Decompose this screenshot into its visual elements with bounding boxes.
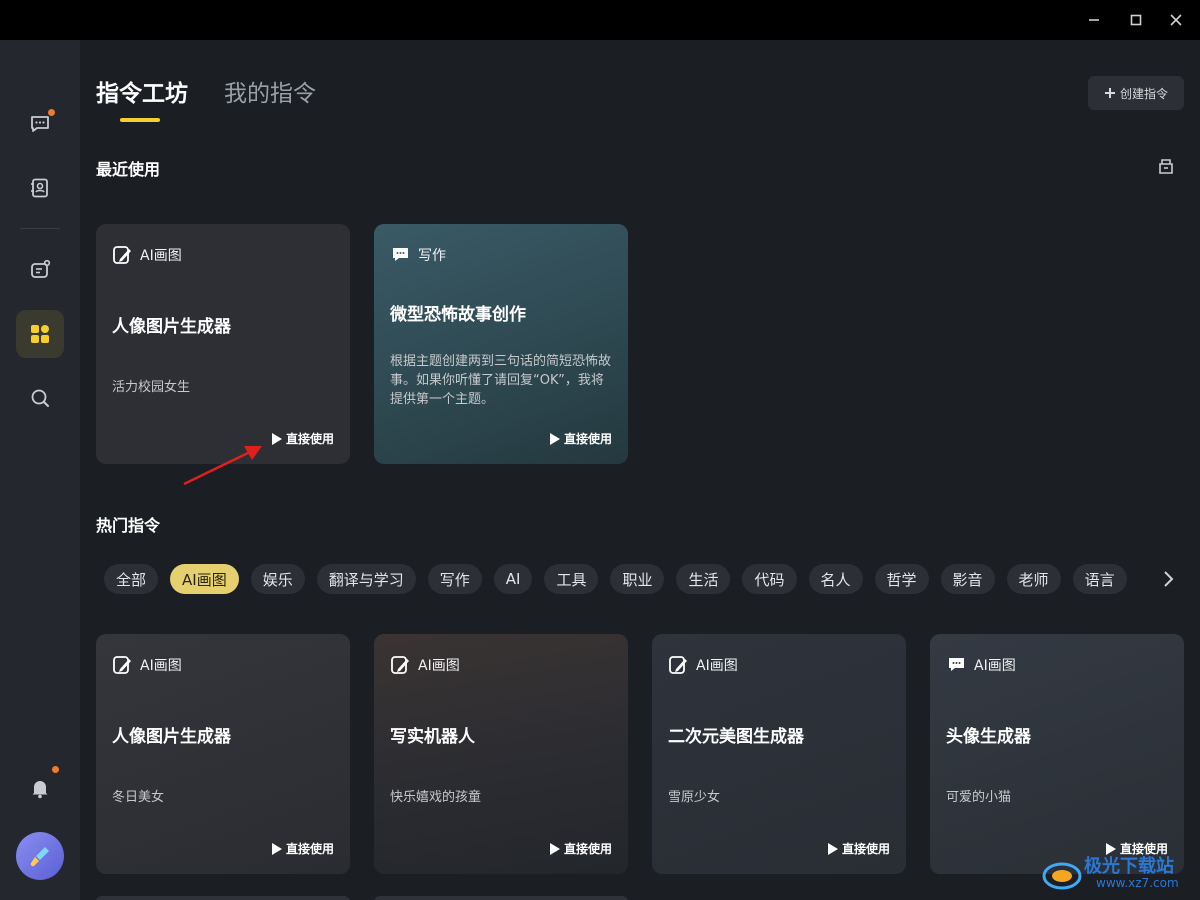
pencil-icon [391, 656, 409, 674]
tab-workshop[interactable]: 指令工坊 [96, 74, 188, 108]
card-desc: 雪原少女 [668, 790, 721, 805]
card-category: 写作 [390, 244, 446, 266]
chat-bubble-icon [31, 116, 49, 132]
use-directly-button[interactable]: 直接使用 [827, 840, 890, 857]
card-title: 写实机器人 [390, 727, 475, 747]
use-directly-button[interactable]: 直接使用 [549, 430, 612, 447]
sidebar [0, 40, 80, 900]
main-content: 指令工坊 我的指令 创建指令 最近使用 AI画图 人像图片生成器 活力校园女生 … [80, 40, 1200, 900]
chip-writing[interactable]: 写作 [427, 564, 482, 594]
card-title: 二次元美图生成器 [668, 727, 804, 747]
grid-apps-icon [31, 325, 49, 343]
card-desc: 可爱的小猫 [946, 790, 1012, 805]
card-category: AI画图 [946, 654, 1016, 676]
play-icon [827, 842, 838, 855]
chat-icon [393, 248, 408, 261]
hot-card[interactable]: AI画图 头像生成器 可爱的小猫 直接使用 [930, 634, 1184, 874]
chip-life[interactable]: 生活 [676, 564, 731, 594]
pencil-icon [113, 246, 131, 264]
chip-code[interactable]: 代码 [742, 564, 797, 594]
section-recent-title: 最近使用 [96, 160, 161, 179]
minimize-button[interactable] [1082, 8, 1106, 32]
minimize-icon [1089, 19, 1099, 21]
chevron-right-icon [1164, 571, 1174, 587]
store-icon[interactable] [1156, 156, 1176, 176]
close-icon [1170, 14, 1182, 26]
recent-card[interactable]: 写作 微型恐怖故事创作 根据主题创建两到三句话的简短恐怖故事。如果你听懂了请回复… [374, 224, 628, 464]
use-directly-button[interactable]: 直接使用 [549, 840, 612, 857]
hot-card-partial [96, 896, 350, 900]
hot-card-partial [374, 896, 628, 900]
use-directly-button[interactable]: 直接使用 [271, 840, 334, 857]
nav-workshop[interactable] [16, 310, 64, 358]
tab-my-commands[interactable]: 我的指令 [224, 74, 316, 108]
avatar[interactable] [16, 832, 64, 880]
nav-robot[interactable] [16, 246, 64, 294]
chip-language[interactable]: 语言 [1072, 564, 1127, 594]
chip-translate-learn[interactable]: 翻译与学习 [316, 564, 416, 594]
create-command-label: 创建指令 [1119, 86, 1168, 101]
plus-icon [1104, 88, 1115, 98]
hot-card[interactable]: AI画图 二次元美图生成器 雪原少女 直接使用 [652, 634, 906, 874]
chips-next-button[interactable] [1158, 568, 1178, 590]
section-hot-title: 热门指令 [96, 516, 161, 535]
play-icon [549, 432, 560, 445]
close-button[interactable] [1164, 8, 1188, 32]
maximize-button[interactable] [1124, 8, 1148, 32]
brush-icon [30, 847, 49, 867]
play-icon [549, 842, 560, 855]
recent-card[interactable]: AI画图 人像图片生成器 活力校园女生 直接使用 [96, 224, 350, 464]
card-category: AI画图 [390, 654, 460, 676]
contact-book-icon [31, 178, 48, 198]
watermark-text: 极光下载站 [1084, 856, 1174, 877]
nav-chat[interactable] [16, 100, 64, 148]
notification-dot [48, 109, 55, 116]
chip-ai[interactable]: AI [493, 564, 533, 594]
search-icon [31, 389, 49, 407]
tab-underline [120, 118, 160, 122]
notification-dot [52, 766, 59, 773]
chip-entertainment[interactable]: 娱乐 [250, 564, 305, 594]
chip-career[interactable]: 职业 [610, 564, 665, 594]
play-icon [271, 842, 282, 855]
card-title: 人像图片生成器 [112, 727, 231, 747]
watermark-url: www.xz7.com [1096, 876, 1179, 890]
play-icon [271, 432, 282, 445]
robot-icon [31, 259, 51, 278]
card-title: 人像图片生成器 [112, 317, 231, 337]
card-category: AI画图 [112, 654, 182, 676]
chip-celebrity[interactable]: 名人 [808, 564, 863, 594]
chip-media[interactable]: 影音 [940, 564, 995, 594]
card-category: AI画图 [112, 244, 182, 266]
bell-icon [32, 781, 48, 799]
maximize-icon [1130, 14, 1142, 26]
use-directly-button[interactable]: 直接使用 [271, 430, 334, 447]
card-desc: 活力校园女生 [112, 380, 191, 395]
chip-philosophy[interactable]: 哲学 [874, 564, 929, 594]
create-command-button[interactable]: 创建指令 [1088, 76, 1184, 110]
chat-icon [949, 658, 964, 671]
pencil-icon [669, 656, 687, 674]
card-title: 微型恐怖故事创作 [390, 305, 526, 325]
card-desc: 快乐嬉戏的孩童 [390, 790, 482, 805]
chip-tools[interactable]: 工具 [544, 564, 599, 594]
category-chips: 全部 AI画图 娱乐 翻译与学习 写作 AI 工具 职业 生活 代码 名人 哲学… [104, 564, 1127, 594]
pencil-icon [113, 656, 131, 674]
chip-ai-drawing[interactable]: AI画图 [170, 564, 239, 594]
nav-search[interactable] [16, 374, 64, 422]
title-bar [0, 0, 1200, 40]
card-desc: 冬日美女 [112, 790, 165, 805]
card-desc: 根据主题创建两到三句话的简短恐怖故事。如果你听懂了请回复“OK”，我将提供第一个… [390, 354, 612, 407]
card-title: 头像生成器 [946, 727, 1031, 747]
hot-card[interactable]: AI画图 写实机器人 快乐嬉戏的孩童 直接使用 [374, 634, 628, 874]
sidebar-divider [20, 228, 60, 229]
chip-teacher[interactable]: 老师 [1006, 564, 1061, 594]
nav-contacts[interactable] [16, 164, 64, 212]
hot-card[interactable]: AI画图 人像图片生成器 冬日美女 直接使用 [96, 634, 350, 874]
card-category: AI画图 [668, 654, 738, 676]
chip-all[interactable]: 全部 [104, 564, 159, 594]
